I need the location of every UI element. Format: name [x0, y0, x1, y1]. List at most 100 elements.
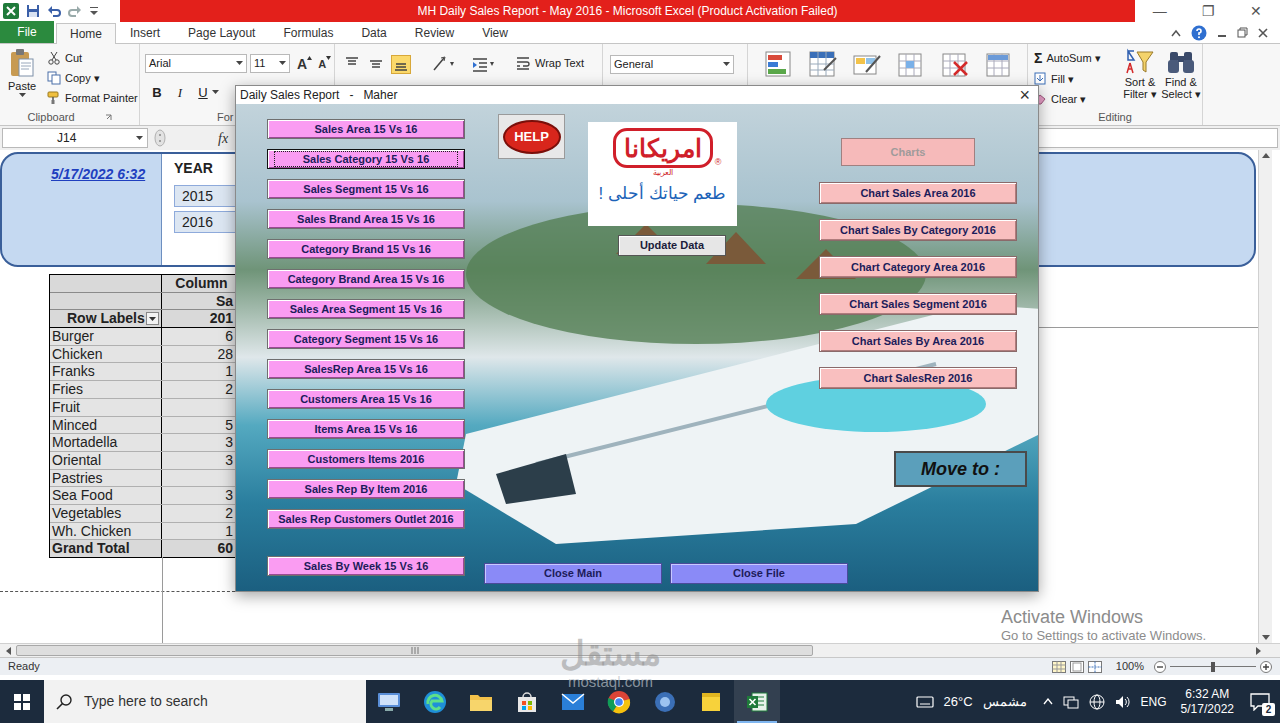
redo-icon[interactable] — [68, 4, 82, 18]
ribbon-tab[interactable]: Formulas — [269, 22, 347, 43]
restore-button[interactable]: ❐ — [1202, 1, 1215, 22]
find-select-button[interactable]: Find & Select ▾ — [1160, 44, 1202, 109]
zoom-level-text[interactable]: 100% — [1116, 658, 1144, 675]
grow-font-button[interactable]: A — [297, 56, 312, 72]
taskbar-app[interactable] — [688, 680, 734, 723]
collapse-ribbon-icon[interactable] — [1171, 29, 1181, 37]
dropdown-icon[interactable] — [212, 90, 219, 95]
chart-button[interactable]: Chart Sales Segment 2016 — [819, 293, 1017, 315]
font-style-button[interactable]: B — [150, 83, 164, 103]
insert-function-button[interactable]: fx — [218, 128, 228, 149]
clear-button[interactable]: Clear ▾ — [1034, 91, 1120, 108]
taskbar-search[interactable]: Type here to search — [44, 680, 366, 723]
taskbar-app[interactable] — [596, 680, 642, 723]
clipboard-button[interactable]: Cut — [47, 50, 138, 66]
update-data-button[interactable]: Update Data — [618, 235, 726, 256]
ribbon-tab[interactable]: Home — [56, 23, 116, 44]
format-cells-icon[interactable] — [984, 50, 1014, 80]
pivot-row[interactable]: Oriental3 — [50, 452, 235, 470]
dialog-button[interactable]: Customers Items 2016 — [267, 449, 465, 469]
input-language[interactable]: ENG — [1141, 693, 1167, 711]
weather-condition[interactable]: مشمس — [983, 692, 1027, 712]
excel-icon[interactable] — [3, 3, 19, 19]
network-icon[interactable] — [1063, 695, 1079, 709]
pivot-row[interactable]: Franks1 — [50, 363, 235, 381]
taskbar-app[interactable] — [412, 680, 458, 723]
shrink-font-button[interactable]: A — [318, 56, 331, 72]
globe-icon[interactable] — [1089, 694, 1105, 710]
ribbon-tab[interactable]: Insert — [116, 22, 174, 43]
pivot-row[interactable]: Fruit — [50, 399, 235, 417]
dialog-button[interactable]: Sales Rep Customers Outlet 2016 — [267, 509, 465, 529]
chart-button[interactable]: Chart Sales Area 2016 — [819, 182, 1017, 204]
dialog-button[interactable]: SalesRep Area 15 Vs 16 — [267, 359, 465, 379]
zoom-thumb[interactable] — [1211, 662, 1215, 672]
dialog-button[interactable]: Sales Category 15 Vs 16 — [267, 149, 465, 169]
tray-expand-icon[interactable] — [1043, 698, 1053, 705]
notification-button[interactable]: 2 — [1248, 691, 1272, 713]
filter-dropdown-icon[interactable] — [146, 312, 159, 325]
chart-button[interactable]: Chart Sales By Category 2016 — [819, 219, 1017, 241]
ribbon-tab[interactable]: Data — [347, 22, 400, 43]
font-size-box[interactable]: 11 — [250, 54, 290, 73]
scroll-left-icon[interactable] — [6, 647, 11, 655]
scroll-up-icon[interactable] — [1262, 153, 1270, 158]
format-as-table-icon[interactable] — [808, 50, 838, 80]
insert-cells-icon[interactable] — [896, 50, 926, 80]
horizontal-scrollbar[interactable] — [0, 643, 1280, 657]
fill-button[interactable]: Fill ▾ — [1034, 71, 1120, 88]
charts-button[interactable]: Charts — [841, 138, 975, 166]
timestamp-link[interactable]: 5/17/2022 6:32 — [51, 166, 145, 182]
clipboard-button[interactable]: Copy ▾ — [47, 70, 138, 86]
close-button[interactable]: ✕ — [1250, 1, 1262, 22]
temperature[interactable]: 26°C — [944, 692, 973, 712]
dialog-button[interactable]: Sales Segment 15 Vs 16 — [267, 179, 465, 199]
workbook-restore-icon[interactable] — [1237, 27, 1248, 38]
align-middle-icon[interactable] — [367, 55, 385, 73]
dialog-close-button[interactable]: × — [1019, 86, 1030, 104]
wrap-text-button[interactable]: Wrap Text — [515, 55, 584, 72]
undo-icon[interactable] — [47, 4, 61, 18]
paste-dropdown-icon[interactable] — [19, 93, 26, 98]
font-style-button[interactable]: I — [173, 83, 187, 103]
dialog-button[interactable]: Category Brand 15 Vs 16 — [267, 239, 465, 259]
clipboard-button[interactable]: Format Painter — [47, 90, 138, 106]
chart-button[interactable]: Chart SalesRep 2016 — [819, 367, 1017, 389]
pivot-row[interactable]: Wh. Chicken1 — [50, 523, 235, 541]
close-button[interactable]: Close Main — [484, 563, 662, 584]
pivot-row[interactable]: Pastries — [50, 470, 235, 488]
indent-icon[interactable] — [471, 55, 497, 73]
pivot-row[interactable]: Minced5 — [50, 417, 235, 435]
pivot-row[interactable]: Burger6 — [50, 328, 235, 346]
paste-button[interactable]: Paste — [0, 44, 44, 109]
autosum-button[interactable]: Σ AutoSum ▾ — [1034, 50, 1120, 67]
dialog-button[interactable]: Items Area 15 Vs 16 — [267, 419, 465, 439]
dialog-button[interactable]: Sales Area 15 Vs 16 — [267, 119, 465, 139]
delete-cells-icon[interactable] — [940, 50, 970, 80]
close-button[interactable]: Close File — [670, 563, 848, 584]
chart-button[interactable]: Chart Category Area 2016 — [819, 256, 1017, 278]
dialog-launcher-icon[interactable] — [105, 114, 112, 121]
orientation-icon[interactable] — [431, 55, 457, 73]
ribbon-tab[interactable]: View — [468, 22, 522, 43]
dialog-button[interactable]: Sales Area Segment 15 Vs 16 — [267, 299, 465, 319]
taskbar-app[interactable] — [366, 680, 412, 723]
pivot-row[interactable]: Vegetables2 — [50, 505, 235, 523]
taskbar-app[interactable] — [458, 680, 504, 723]
pivot-row[interactable]: Chicken28 — [50, 346, 235, 364]
font-style-button[interactable]: U — [196, 83, 219, 103]
pivot-row[interactable]: Sea Food3 — [50, 487, 235, 505]
dialog-button[interactable]: Category Brand Area 15 Vs 16 — [267, 269, 465, 289]
ribbon-tab[interactable]: Review — [401, 22, 468, 43]
zoom-track[interactable] — [1170, 661, 1256, 673]
workbook-close-icon[interactable] — [1258, 28, 1268, 38]
taskbar-app[interactable] — [734, 680, 780, 723]
dialog-button[interactable]: Sales Rep By Item 2016 — [267, 479, 465, 499]
scroll-thumb[interactable] — [16, 645, 813, 656]
taskbar-app[interactable] — [642, 680, 688, 723]
sort-filter-button[interactable]: Sort & Filter ▾ — [1120, 44, 1160, 109]
help-icon[interactable] — [1191, 25, 1207, 41]
clock[interactable]: 6:32 AM 5/17/2022 — [1177, 687, 1238, 717]
minimize-button[interactable]: — — [1153, 1, 1167, 22]
start-button[interactable] — [0, 680, 44, 723]
